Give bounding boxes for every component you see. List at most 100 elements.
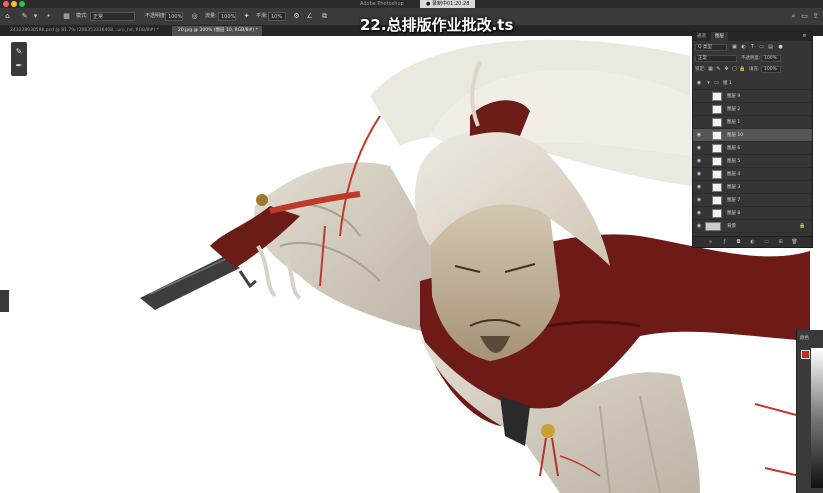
close-window-button[interactable] bbox=[3, 1, 9, 7]
folder-icon[interactable]: ▭ bbox=[763, 239, 770, 245]
angle-icon[interactable]: ∠ bbox=[305, 12, 314, 21]
layer-row-selected[interactable]: ◉ 图层 10 bbox=[693, 129, 812, 142]
lock-position-icon[interactable]: ✥ bbox=[723, 66, 730, 73]
lock-all-icon[interactable]: 🔒 bbox=[739, 66, 746, 73]
eye-icon[interactable]: ◉ bbox=[696, 158, 702, 164]
trash-icon[interactable]: 🗑 bbox=[791, 239, 798, 245]
layer-row[interactable]: ◉ 图层 5 bbox=[693, 155, 812, 168]
symmetry-icon[interactable]: ⧉ bbox=[320, 12, 329, 21]
link-icon[interactable]: ∞ bbox=[707, 239, 714, 245]
pressure-opacity-icon[interactable]: ◎ bbox=[190, 12, 199, 21]
folder-icon: ▭ bbox=[714, 80, 719, 86]
type-filter-icon[interactable]: T bbox=[749, 44, 756, 51]
layer-name: 图层 2 bbox=[727, 107, 741, 112]
layer-thumbnail bbox=[712, 209, 722, 218]
eye-icon[interactable]: ◉ bbox=[696, 197, 702, 203]
toolbox: ✎ ✒ bbox=[11, 42, 27, 76]
layer-name: 图层 1 bbox=[727, 120, 741, 125]
collapsed-panel-tab[interactable] bbox=[0, 290, 9, 312]
color-panel: 颜色 bbox=[796, 330, 823, 493]
layer-opacity-label: 不透明度: bbox=[741, 56, 761, 61]
tab-channels[interactable]: 通道 bbox=[693, 32, 710, 41]
brush-size-icon[interactable]: • bbox=[44, 12, 53, 21]
smart-filter-icon[interactable]: ▤ bbox=[767, 44, 774, 51]
layer-row[interactable]: ◉ 图层 8 bbox=[693, 207, 812, 220]
lock-pixels-icon[interactable]: ✎ bbox=[715, 66, 722, 73]
layer-row[interactable]: ◉ 图层 6 bbox=[693, 142, 812, 155]
mode-select[interactable]: 正常 bbox=[90, 12, 135, 21]
mode-label: 模式: bbox=[76, 13, 88, 19]
layer-row[interactable]: ◉ 图层 4 bbox=[693, 168, 812, 181]
layer-opacity-field[interactable]: 100% bbox=[761, 55, 781, 62]
layer-row[interactable]: 图层 1 bbox=[693, 116, 812, 129]
layer-thumbnail bbox=[712, 131, 722, 140]
layer-thumbnail bbox=[712, 105, 722, 114]
layer-row[interactable]: 图层 2 bbox=[693, 103, 812, 116]
filter-toggle-icon[interactable]: ● bbox=[777, 44, 784, 51]
layer-thumbnail bbox=[712, 144, 722, 153]
home-icon[interactable]: ⌂ bbox=[3, 12, 12, 21]
pen-tool-icon[interactable]: ✒ bbox=[14, 61, 24, 71]
layer-name: 图层 7 bbox=[727, 198, 741, 203]
layer-thumbnail bbox=[712, 92, 722, 101]
chevron-down-icon[interactable]: ▾ bbox=[705, 80, 712, 87]
chevron-down-icon[interactable]: ▾ bbox=[31, 12, 40, 21]
brush-tool-icon[interactable]: ✎ bbox=[14, 47, 24, 57]
shape-filter-icon[interactable]: ▭ bbox=[758, 44, 765, 51]
background-thumbnail bbox=[705, 222, 721, 231]
brush-settings-icon[interactable]: ▦ bbox=[62, 12, 71, 21]
brush-tool-icon[interactable]: ✎ bbox=[20, 12, 29, 21]
eye-icon[interactable]: ◉ bbox=[696, 132, 702, 138]
share-icon[interactable]: ⇪ bbox=[811, 12, 820, 21]
background-layer-row[interactable]: ◉ 背景 🔒 bbox=[693, 220, 812, 233]
mask-icon[interactable]: ◘ bbox=[735, 239, 742, 245]
lock-transparency-icon[interactable]: ▦ bbox=[707, 66, 714, 73]
layer-thumbnail bbox=[712, 170, 722, 179]
new-layer-icon[interactable]: ⊞ bbox=[777, 239, 784, 245]
gear-icon[interactable]: ⚙ bbox=[292, 12, 301, 21]
layer-group[interactable]: ◉ ▾ ▭ 组 1 bbox=[693, 77, 812, 90]
fill-field[interactable]: 100% bbox=[761, 66, 781, 73]
eye-icon[interactable]: ◉ bbox=[696, 80, 702, 86]
tab-layers[interactable]: 图层 bbox=[711, 32, 728, 41]
layer-thumbnail bbox=[712, 183, 722, 192]
minimize-window-button[interactable] bbox=[11, 1, 17, 7]
zoom-window-button[interactable] bbox=[19, 1, 25, 7]
panel-menu-icon[interactable]: ≡ bbox=[801, 33, 808, 40]
eye-icon[interactable]: ◉ bbox=[696, 171, 702, 177]
layer-row[interactable]: ◉ 图层 3 bbox=[693, 181, 812, 194]
layer-name: 图层 5 bbox=[727, 159, 741, 164]
adjustment-icon[interactable]: ◐ bbox=[749, 239, 756, 245]
layer-thumbnail bbox=[712, 196, 722, 205]
layer-row[interactable]: 图层 9 bbox=[693, 90, 812, 103]
layers-panel-footer: ∞ ƒ ◘ ◐ ▭ ⊞ 🗑 bbox=[693, 236, 812, 247]
eye-icon[interactable]: ◉ bbox=[696, 210, 702, 216]
layers-panel: 通道 图层 ≡ Q 类型 ▣ ◐ T ▭ ▤ ● 正常 不透明度: 100% 锁… bbox=[692, 31, 813, 248]
lock-label: 锁定: bbox=[695, 67, 706, 72]
tab-20-jpg[interactable]: 20.jpg @ 300% (图层 10, RGB/8#) * bbox=[172, 26, 262, 36]
search-icon[interactable]: ⌕ bbox=[789, 12, 798, 21]
image-filter-icon[interactable]: ▣ bbox=[731, 44, 738, 51]
layer-name: 图层 3 bbox=[727, 185, 741, 190]
foreground-color-swatch[interactable] bbox=[801, 350, 810, 359]
flow-field[interactable]: 100% bbox=[218, 12, 236, 21]
layer-name: 图层 8 bbox=[727, 211, 741, 216]
layer-row[interactable]: ◉ 图层 7 bbox=[693, 194, 812, 207]
opacity-label: 不透明度: bbox=[145, 13, 167, 19]
blend-mode-select[interactable]: 正常 bbox=[695, 55, 737, 62]
workspace-icon[interactable]: ▭ bbox=[800, 12, 809, 21]
adjustment-filter-icon[interactable]: ◐ bbox=[740, 44, 747, 51]
eye-icon[interactable]: ◉ bbox=[696, 184, 702, 190]
opacity-field[interactable]: 100% bbox=[165, 12, 183, 21]
color-gradient-strip[interactable] bbox=[811, 348, 823, 488]
fx-icon[interactable]: ƒ bbox=[721, 239, 728, 245]
eye-icon[interactable]: ◉ bbox=[696, 223, 702, 229]
tab-psd-document[interactable]: 243228930596.psd @ 81.7% (208353336408..… bbox=[4, 26, 172, 36]
eye-icon[interactable]: ◉ bbox=[696, 145, 702, 151]
lock-artboard-icon[interactable]: ▢ bbox=[731, 66, 738, 73]
airbrush-icon[interactable]: ✦ bbox=[242, 12, 251, 21]
smooth-field[interactable]: 10% bbox=[268, 12, 286, 21]
layer-filter-select[interactable]: Q 类型 bbox=[695, 44, 727, 51]
recording-badge: ● 录制中01:20:28 bbox=[420, 0, 476, 8]
video-overlay-title: 22.总排版作业批改.ts bbox=[360, 16, 514, 34]
